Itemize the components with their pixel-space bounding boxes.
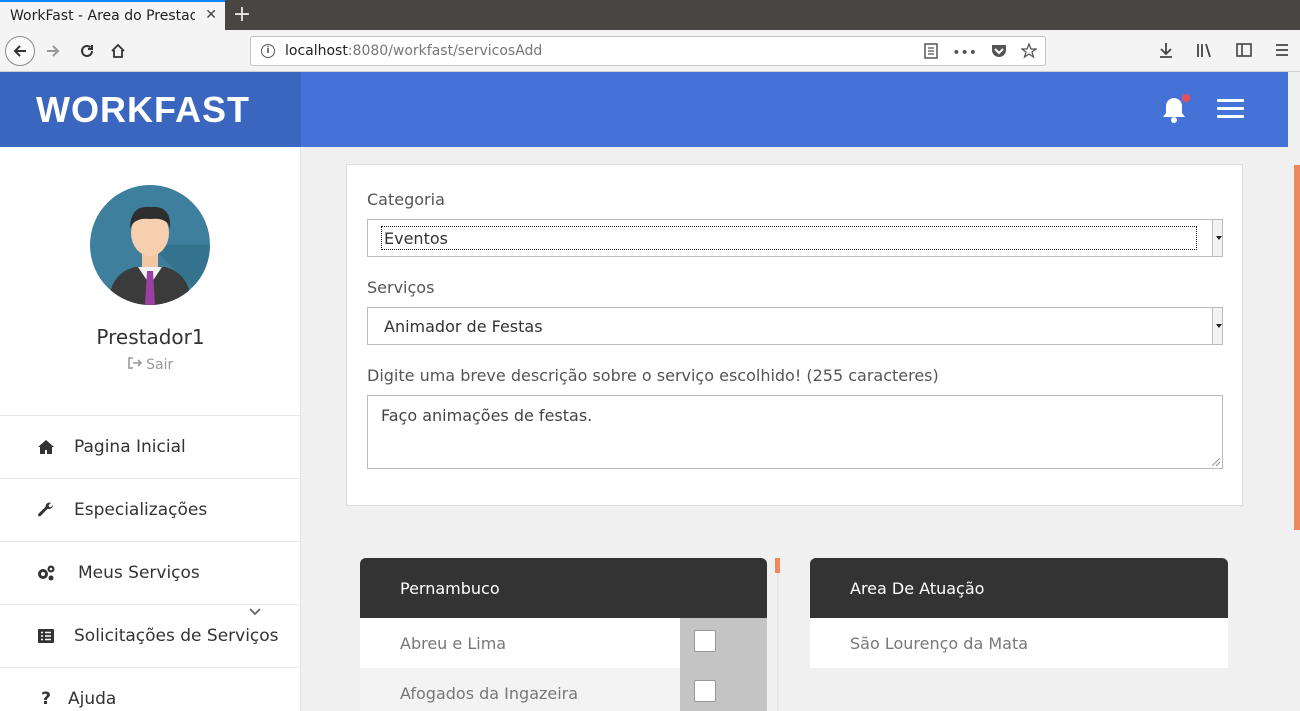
avatar: [90, 185, 210, 305]
top-bar: [301, 72, 1288, 147]
dropdown-arrow-icon[interactable]: [1212, 308, 1222, 344]
panel-scrollbar-track[interactable]: [777, 573, 779, 711]
area-panel: Area De Atuação São Lourenço da Mata: [810, 558, 1228, 711]
list-icon: [36, 626, 56, 646]
dropdown-arrow-icon[interactable]: [1212, 220, 1222, 256]
list-item: Afogados da Ingazeira: [360, 668, 767, 711]
category-label: Categoria: [367, 190, 445, 209]
pocket-icon[interactable]: [991, 44, 1007, 62]
sidebar-item-my-services[interactable]: Meus Serviços: [0, 541, 301, 604]
library-icon[interactable]: [1196, 42, 1214, 62]
home-icon: [36, 437, 56, 457]
bookmark-star-icon[interactable]: [1020, 42, 1038, 63]
chevron-down-icon[interactable]: [249, 605, 261, 619]
browser-tab-bar: WorkFast - Area do Prestador ✕ +: [0, 0, 1300, 30]
hamburger-menu-icon[interactable]: [1217, 99, 1244, 119]
browser-tab[interactable]: WorkFast - Area do Prestador ✕: [0, 0, 225, 30]
back-arrow-icon[interactable]: [5, 36, 35, 66]
app-menu-icon[interactable]: [1274, 42, 1290, 62]
category-select[interactable]: Eventos: [367, 219, 1223, 257]
services-select[interactable]: Animador de Festas: [367, 307, 1223, 345]
page-scrollbar-thumb[interactable]: [1294, 165, 1300, 530]
user-name: Prestador1: [96, 325, 205, 349]
brand-text: WORKFAST: [36, 88, 250, 130]
description-value: Faço animações de festas.: [381, 406, 593, 425]
logout-link[interactable]: Sair: [0, 357, 301, 373]
category-value: Eventos: [384, 229, 448, 248]
list-item: Abreu e Lima: [360, 618, 767, 668]
sidebar-item-label: Solicitações de Serviços: [74, 626, 279, 646]
cities-panel: Pernambuco Abreu e Lima Afogados da Inga…: [360, 558, 767, 711]
sidebar-item-home[interactable]: Pagina Inicial: [0, 415, 301, 478]
description-textarea[interactable]: Faço animações de festas.: [367, 395, 1223, 469]
url-bar[interactable]: i localhost:8080/workfast/servicosAdd ••…: [250, 36, 1046, 66]
area-city-name: São Lourenço da Mata: [850, 633, 1029, 653]
checkbox-cell: [680, 618, 767, 668]
cities-panel-title: Pernambuco: [360, 558, 767, 618]
download-icon[interactable]: [1158, 42, 1174, 62]
question-icon: ?: [41, 689, 51, 709]
sidebar-item-service-requests[interactable]: Solicitações de Serviços: [0, 604, 301, 667]
sidebar-toggle-icon[interactable]: [1236, 42, 1252, 62]
reload-icon[interactable]: [72, 36, 102, 66]
reader-view-icon[interactable]: [924, 43, 938, 63]
checkbox-cell: [680, 668, 767, 711]
sidebar-menu: Pagina Inicial Especializações Meus Serv…: [0, 415, 301, 711]
wrench-icon: [36, 500, 56, 520]
sidebar: Prestador1 Sair Pagina Inicial Especiali…: [0, 147, 301, 711]
city-checkbox[interactable]: [694, 680, 716, 702]
gears-icon: [36, 563, 56, 583]
list-item[interactable]: São Lourenço da Mata: [810, 618, 1228, 668]
sidebar-item-label: Meus Serviços: [78, 563, 200, 583]
sidebar-item-specializations[interactable]: Especializações: [0, 478, 301, 541]
close-icon[interactable]: ✕: [205, 7, 217, 23]
panel-scrollbar-thumb[interactable]: [775, 558, 780, 573]
more-actions-icon[interactable]: •••: [952, 45, 977, 61]
sidebar-item-label: Especializações: [74, 500, 208, 520]
city-checkbox[interactable]: [694, 630, 716, 652]
area-panel-title: Area De Atuação: [810, 558, 1228, 618]
services-value: Animador de Festas: [384, 317, 543, 336]
resize-handle-icon[interactable]: [1212, 458, 1220, 466]
tab-title: WorkFast - Area do Prestador: [10, 8, 195, 24]
city-name: Afogados da Ingazeira: [400, 683, 579, 703]
new-tab-button[interactable]: +: [230, 2, 254, 27]
forward-arrow-icon[interactable]: [38, 36, 68, 66]
description-label: Digite uma breve descrição sobre o servi…: [367, 366, 939, 385]
city-name: Abreu e Lima: [400, 633, 507, 653]
empty-area: [810, 668, 1228, 711]
sidebar-item-help[interactable]: ? Ajuda: [0, 667, 301, 711]
sidebar-item-label: Pagina Inicial: [74, 437, 186, 457]
focus-ring: [381, 226, 1197, 250]
sign-out-icon: [127, 357, 146, 373]
info-icon[interactable]: i: [261, 44, 275, 58]
logout-label: Sair: [146, 357, 174, 373]
services-label: Serviços: [367, 278, 435, 297]
brand-logo[interactable]: WORKFAST: [0, 72, 301, 147]
url-text[interactable]: localhost:8080/workfast/servicosAdd: [285, 43, 542, 59]
browser-navbar: i localhost:8080/workfast/servicosAdd ••…: [0, 30, 1300, 72]
home-icon[interactable]: [103, 36, 133, 66]
sidebar-item-label: Ajuda: [68, 689, 117, 709]
service-form: Categoria Eventos Serviços Animador de F…: [346, 164, 1243, 506]
notification-badge: [1182, 94, 1190, 102]
